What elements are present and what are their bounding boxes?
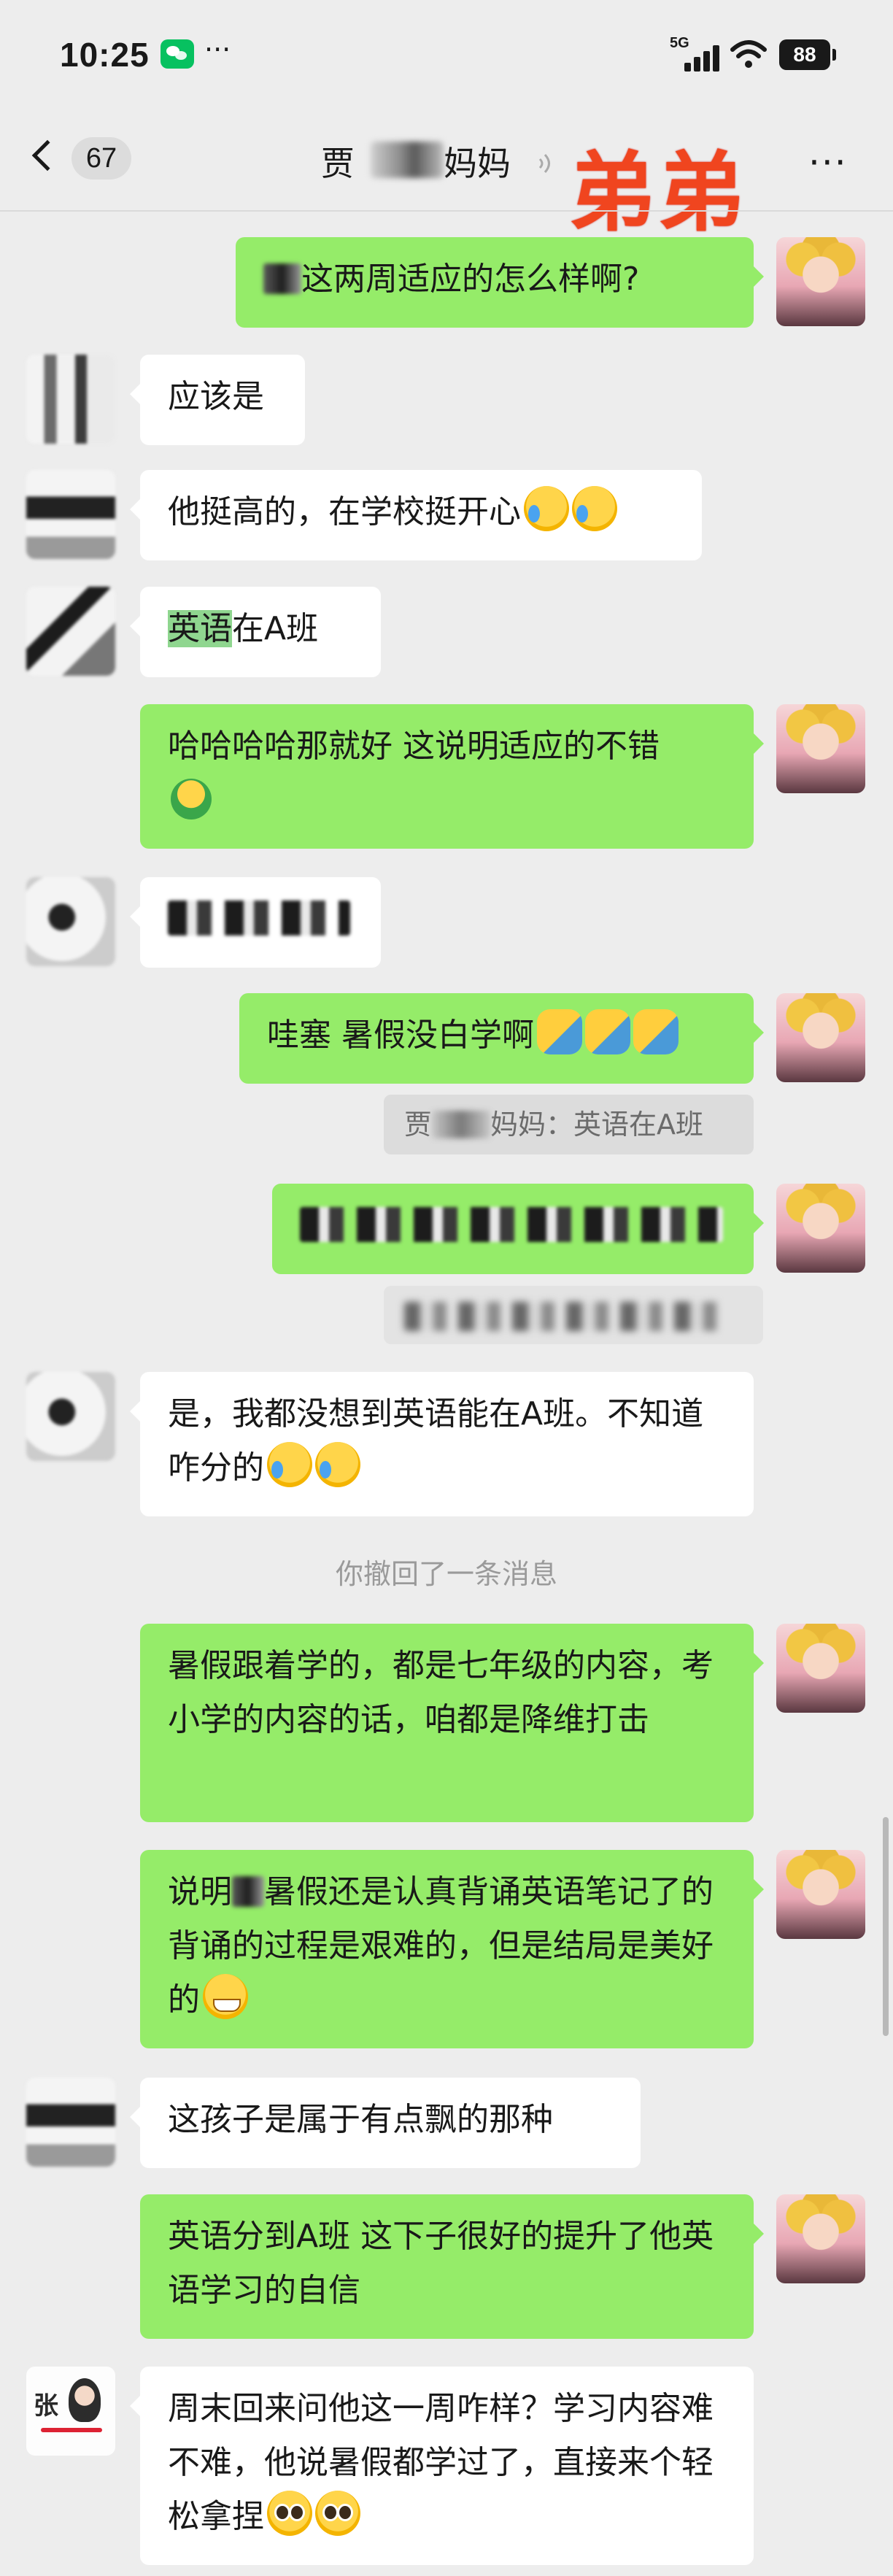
chat-header: 67 贾 妈妈 弟弟 ··· (0, 109, 893, 243)
message-text: 哇塞 暑假没白学啊 (267, 1017, 534, 1054)
avatar[interactable] (26, 877, 115, 966)
message-text: 英语分到A班 这下子很好的提升了他英语学习的自信 (168, 2218, 714, 2309)
message-text: 他挺高的，在学校挺开心 (168, 493, 521, 531)
laugh-cry-emoji-icon (572, 486, 617, 531)
avatar[interactable] (26, 355, 115, 444)
avatar[interactable]: 张 (26, 2367, 115, 2456)
redacted-text (168, 901, 350, 936)
message-text: 应该是 (168, 378, 264, 415)
status-bar: 10:25 ··· 5G 88 (0, 0, 893, 109)
overlay-tag: 弟弟 (569, 142, 748, 243)
battery-icon: 88 (779, 39, 836, 70)
thumbs-up-emoji-icon (585, 1009, 630, 1054)
highlighted-text: 英语 (168, 610, 232, 647)
message-bubble[interactable]: 这孩子是属于有点飘的那种 (130, 2078, 641, 2168)
message-text: 在A班 (232, 610, 319, 647)
avatar[interactable] (776, 237, 865, 326)
avatar[interactable] (776, 704, 865, 793)
message-bubble[interactable]: 英语在A班 (130, 587, 381, 677)
avatar[interactable] (26, 470, 115, 559)
redaction (232, 1876, 264, 1907)
more-icon[interactable]: ··· (808, 142, 848, 184)
grin-emoji-icon (203, 1974, 248, 2019)
back-chevron-icon[interactable] (31, 139, 63, 171)
quote-text: 妈妈：英语在A班 (490, 1108, 704, 1141)
message-bubble[interactable]: 他挺高的，在学校挺开心 (130, 470, 702, 560)
message-bubble[interactable]: 周末回来问他这一周咋样？学习内容难不难，他说暑假都学过了，直接来个轻松拿捏 (130, 2367, 754, 2565)
message-text: 是，我都没想到英语能在A班。不知道咋分的 (168, 1395, 704, 1486)
scrollbar[interactable] (883, 1817, 889, 2036)
message-bubble[interactable]: 是，我都没想到英语能在A班。不知道咋分的 (130, 1372, 754, 1516)
pleading-emoji-icon (315, 2491, 360, 2536)
avatar[interactable] (776, 2194, 865, 2283)
wifi-icon (730, 40, 767, 68)
message-text: 这孩子是属于有点飘的那种 (168, 2101, 553, 2138)
message-bubble[interactable]: 英语分到A班 这下子很好的提升了他英语学习的自信 (140, 2194, 764, 2339)
status-time: 10:25 (60, 36, 150, 74)
chat-title-right: 妈妈 (444, 144, 511, 183)
avatar-label: 张 (34, 2391, 58, 2421)
message-bubble[interactable] (130, 877, 381, 968)
laugh-cry-emoji-icon (267, 1442, 312, 1487)
header-divider (0, 210, 893, 212)
title-redaction (371, 142, 444, 178)
avatar[interactable] (26, 587, 115, 676)
laugh-cry-emoji-icon (524, 486, 569, 531)
message-bubble[interactable]: 应该是 (130, 355, 305, 445)
redaction (263, 263, 301, 294)
message-bubble[interactable] (272, 1184, 764, 1274)
signal-icon (684, 44, 719, 72)
status-more-icon: ··· (204, 34, 231, 66)
avatar[interactable] (776, 1624, 865, 1713)
quoted-message[interactable]: 贾 妈妈：英语在A班 (384, 1095, 754, 1154)
thumbs-up-emoji-icon (537, 1009, 582, 1054)
redaction (432, 1111, 491, 1138)
message-text: 哈哈哈哈那就好 这说明适应的不错 (168, 728, 660, 765)
message-text: 暑假跟着学的，都是七年级的内容，考小学的内容的话，咱都是降维打击 (168, 1647, 714, 1738)
avatar[interactable] (776, 993, 865, 1082)
redacted-text (404, 1302, 725, 1331)
message-bubble[interactable]: 这两周适应的怎么样啊? (236, 237, 764, 328)
wechat-icon (161, 39, 194, 69)
unread-count-badge[interactable]: 67 (71, 137, 131, 180)
thumbs-up-emoji-icon (633, 1009, 679, 1054)
message-text: 这两周适应的怎么样啊? (301, 261, 640, 298)
message-text-a: 说明 (168, 1873, 232, 1910)
avatar[interactable] (776, 1184, 865, 1273)
avatar[interactable] (26, 1372, 115, 1461)
message-text: 周末回来问他这一周咋样？学习内容难不难，他说暑假都学过了，直接来个轻松拿捏 (168, 2390, 714, 2535)
chat-title-left: 贾 (321, 144, 355, 183)
hug-emoji-icon (171, 779, 212, 820)
redacted-text (300, 1207, 723, 1242)
pleading-emoji-icon (267, 2491, 312, 2536)
quoted-message[interactable] (384, 1286, 763, 1344)
message-bubble[interactable]: 哈哈哈哈那就好 这说明适应的不错 (140, 704, 764, 849)
recall-notice: 你撤回了一条消息 (335, 1558, 557, 1590)
laugh-cry-emoji-icon (315, 1442, 360, 1487)
message-bubble[interactable]: 哇塞 暑假没白学啊 (239, 993, 764, 1084)
message-bubble[interactable]: 暑假跟着学的，都是七年级的内容，考小学的内容的话，咱都是降维打击 (140, 1624, 764, 1822)
quote-prefix: 贾 (404, 1108, 433, 1141)
avatar[interactable] (26, 2078, 115, 2167)
avatar[interactable] (776, 1850, 865, 1939)
voice-icon (538, 153, 550, 174)
message-bubble[interactable]: 说明 暑假还是认真背诵英语笔记了的 背诵的过程是艰难的，但是结局是美好的 (140, 1850, 764, 2048)
